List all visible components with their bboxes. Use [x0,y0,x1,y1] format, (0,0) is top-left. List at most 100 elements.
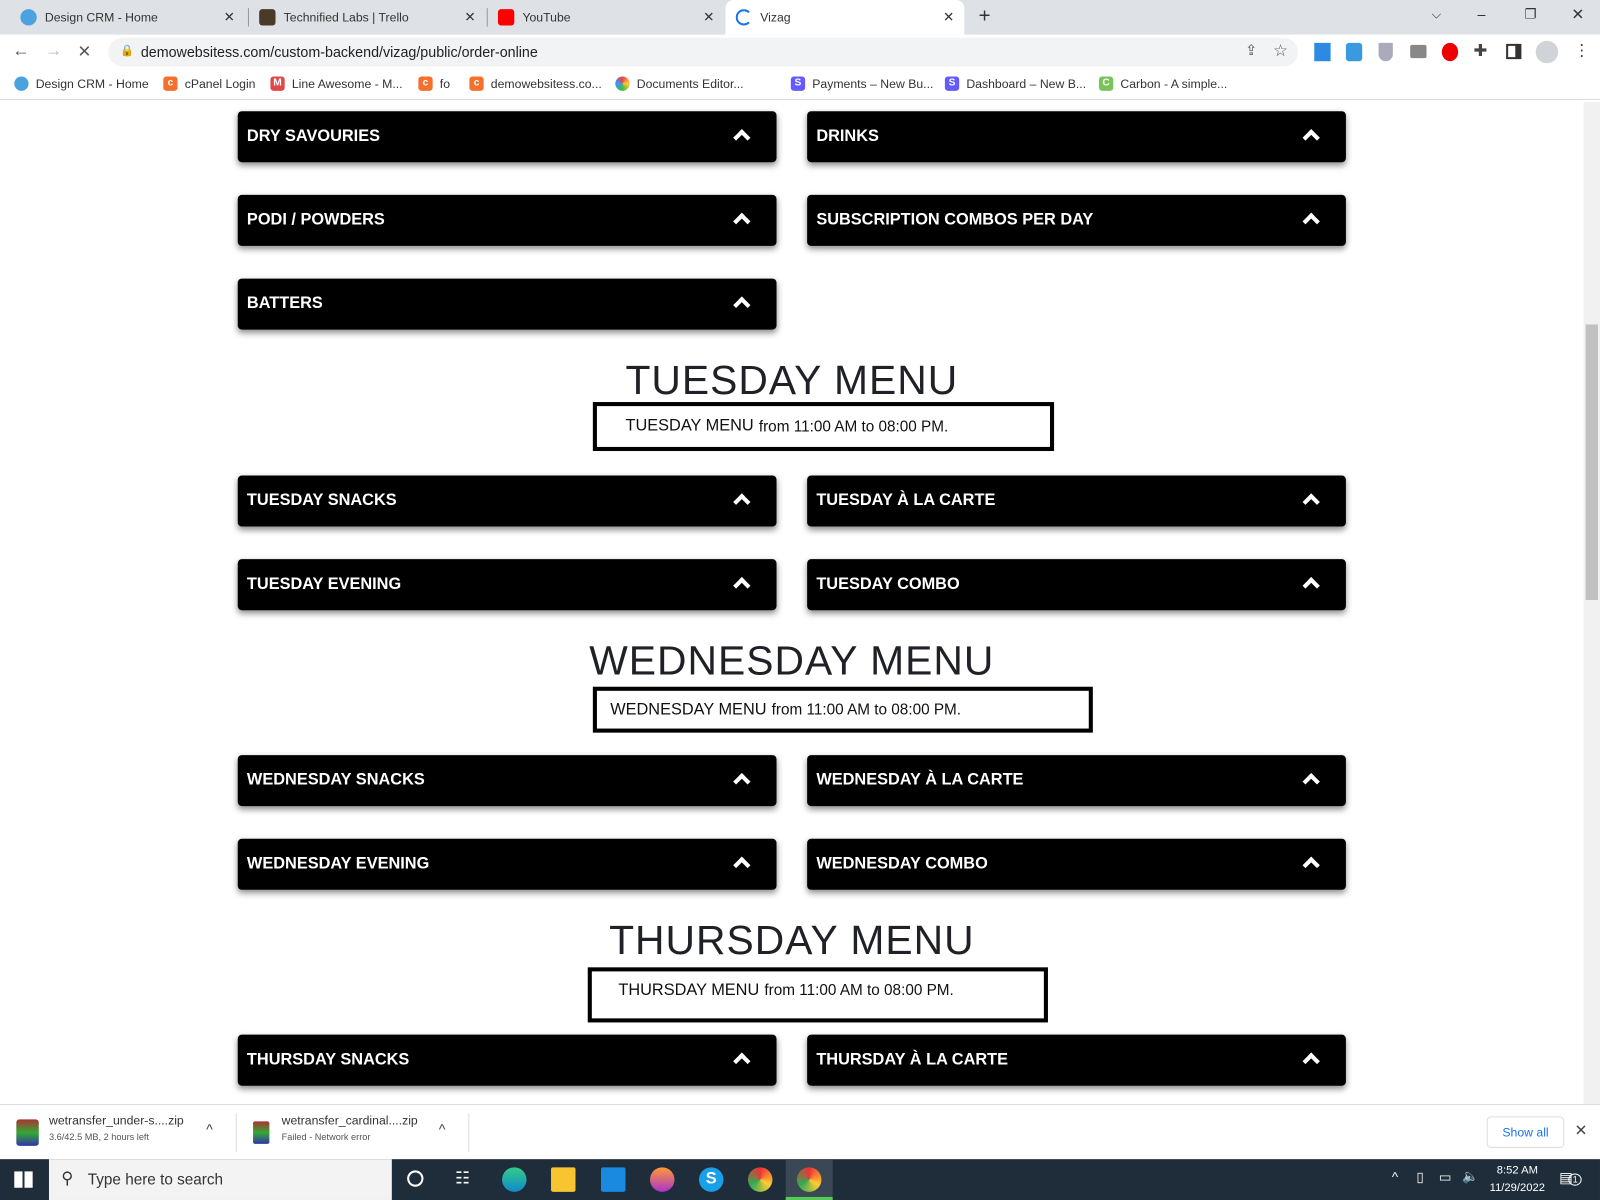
zip-file-icon [16,1119,39,1146]
loading-icon [735,9,753,26]
download-extension-icon[interactable] [1314,42,1331,62]
category-tuesday-snacks[interactable]: TUESDAY SNACKS [237,475,777,527]
tab-search-icon[interactable]: ⌵ [1432,7,1441,22]
category-thursday-a-la-carte[interactable]: THURSDAY À LA CARTE [807,1034,1346,1086]
page-scrollbar[interactable] [1583,102,1600,1105]
firefox-icon[interactable] [649,1167,675,1192]
bookmark-fo[interactable]: c fo [418,76,450,91]
edge-icon[interactable] [502,1167,527,1192]
tab-trello[interactable]: Technified Labs | Trello ✕ [249,0,486,35]
adblock-extension-icon[interactable] [1441,42,1459,62]
shield-extension-icon[interactable] [1378,42,1393,62]
camera-extension-icon[interactable] [1410,44,1427,59]
downloads-bar: wetransfer_under-s....zip 3.6/42.5 MB, 2 … [0,1104,1600,1160]
menu-kebab-icon[interactable]: ⋮ [1573,41,1589,61]
bookmark-carbon[interactable]: C Carbon - A simple... [1098,76,1227,91]
category-wednesday-evening[interactable]: WEDNESDAY EVENING [237,838,777,890]
tab-bar: Design CRM - Home ✕ Technified Labs | Tre… [0,0,1600,35]
category-wednesday-snacks[interactable]: WEDNESDAY SNACKS [237,755,777,807]
category-wednesday-combo[interactable]: WEDNESDAY COMBO [807,838,1346,890]
clock[interactable]: 8:52 AM 11/29/2022 [1482,1162,1553,1197]
notifications-icon[interactable]: ▤1 [1559,1169,1582,1186]
category-thursday-snacks[interactable]: THURSDAY SNACKS [237,1034,777,1086]
category-subscription-combos[interactable]: SUBSCRIPTION COMBOS PER DAY [807,194,1346,246]
task-view-icon[interactable]: ☷ [455,1168,470,1188]
mail-icon[interactable] [601,1167,626,1192]
category-tuesday-a-la-carte[interactable]: TUESDAY À LA CARTE [807,475,1346,527]
file-explorer-icon[interactable] [551,1167,576,1192]
download-item[interactable]: wetransfer_under-s....zip 3.6/42.5 MB, 2 … [49,1113,184,1142]
close-tab-icon[interactable]: ✕ [224,9,235,25]
fi-extension-icon[interactable] [1345,42,1363,62]
menu-hours-box: TUESDAY MENU from 11:00 AM to 08:00 PM. [592,402,1055,452]
trello-icon [259,9,276,26]
category-batters[interactable]: BATTERS [237,278,777,330]
chevron-up-icon [733,856,751,874]
tab-design-crm[interactable]: Design CRM - Home ✕ [10,0,245,35]
tab-youtube[interactable]: YouTube ✕ [488,0,725,35]
forward-icon[interactable]: → [45,41,62,61]
back-icon[interactable]: ← [12,41,29,61]
bookmark-demowebsitess[interactable]: c demowebsitess.co... [469,76,602,91]
taskbar-search-input[interactable]: ⚲ Type here to search [48,1159,392,1200]
chevron-up-icon [1302,212,1320,231]
menu-hours-box: THURSDAY MENU from 11:00 AM to 08:00 PM. [587,967,1048,1023]
bookmark-star-icon[interactable]: ☆ [1273,41,1288,61]
cortana-icon[interactable] [407,1170,424,1187]
chevron-up-icon [1302,856,1320,874]
tab-vizag[interactable]: Vizag ✕ [725,0,965,35]
side-panel-icon[interactable] [1506,43,1522,60]
share-icon[interactable]: ⇪ [1245,42,1257,59]
show-all-button[interactable]: Show all [1486,1116,1565,1148]
bookmark-documents-editor[interactable]: Documents Editor... [615,76,744,91]
category-tuesday-evening[interactable]: TUESDAY EVENING [237,559,777,611]
chevron-up-icon [733,493,751,511]
extensions-puzzle-icon[interactable]: ✚ [1473,41,1487,61]
chevron-up-icon [733,296,751,314]
meet-now-icon[interactable]: ▯ [1416,1169,1423,1185]
download-item[interactable]: wetransfer_cardinal....zip Failed - Netwo… [282,1113,418,1142]
chevron-up-icon[interactable]: ^ [439,1121,446,1137]
bookmarks-bar: Design CRM - Home c cPanel Login M Line Aw… [0,69,1600,100]
bookmark-line-awesome[interactable]: M Line Awesome - M... [270,76,403,91]
minimize-button[interactable]: – [1478,6,1486,22]
chevron-up-icon [733,772,751,791]
close-tab-icon[interactable]: ✕ [943,9,954,25]
chrome-icon[interactable] [747,1167,773,1192]
bookmark-dashboard[interactable]: S Dashboard – New B... [944,76,1086,91]
category-wednesday-a-la-carte[interactable]: WEDNESDAY À LA CARTE [807,755,1346,807]
new-tab-button[interactable]: + [979,5,991,28]
bookmark-payments[interactable]: S Payments – New Bu... [790,76,933,91]
close-tab-icon[interactable]: ✕ [703,9,714,25]
tray-chevron-icon[interactable]: ^ [1392,1169,1398,1184]
bookmark-cpanel[interactable]: c cPanel Login [163,76,255,91]
chevron-up-icon [733,212,751,231]
category-podi-powders[interactable]: PODI / POWDERS [237,194,777,246]
address-bar: ← → ✕ 🔒 demowebsitess.com/custom-backend/… [0,34,1600,70]
chevron-up-icon [733,129,751,147]
skype-icon[interactable]: S [698,1167,724,1192]
close-downloads-icon[interactable]: ✕ [1574,1121,1587,1139]
volume-icon[interactable]: 🔈 [1462,1168,1479,1184]
taskbar: ⚲ Type here to search ☷ S ^ ▯ ▭ 🔈 8:52 AM… [0,1159,1600,1200]
windows-start-icon[interactable] [14,1171,33,1188]
stop-loading-icon[interactable]: ✕ [78,42,92,62]
section-title: WEDNESDAY MENU [589,638,995,684]
chevron-up-icon [733,1052,751,1070]
section-title: THURSDAY MENU [609,918,975,964]
url-input[interactable]: 🔒 demowebsitess.com/custom-backend/vizag/… [108,37,1298,67]
close-window-button[interactable]: ✕ [1571,5,1584,23]
zip-file-icon [253,1121,270,1144]
close-tab-icon[interactable]: ✕ [464,9,475,25]
network-icon[interactable]: ▭ [1439,1169,1452,1185]
chrome-profile-active-icon[interactable] [785,1159,833,1200]
scrollbar-thumb[interactable] [1585,324,1598,600]
category-tuesday-combo[interactable]: TUESDAY COMBO [807,559,1346,611]
category-dry-savouries[interactable]: DRY SAVOURIES [237,111,777,163]
profile-avatar[interactable] [1535,40,1559,64]
page-content: DRY SAVOURIES DRINKS PODI / POWDERS SUBS… [0,101,1584,1104]
category-drinks[interactable]: DRINKS [807,111,1346,163]
restore-button[interactable]: ❐ [1524,6,1536,22]
bookmark-design-crm[interactable]: Design CRM - Home [14,76,149,91]
chevron-up-icon[interactable]: ^ [206,1121,213,1137]
